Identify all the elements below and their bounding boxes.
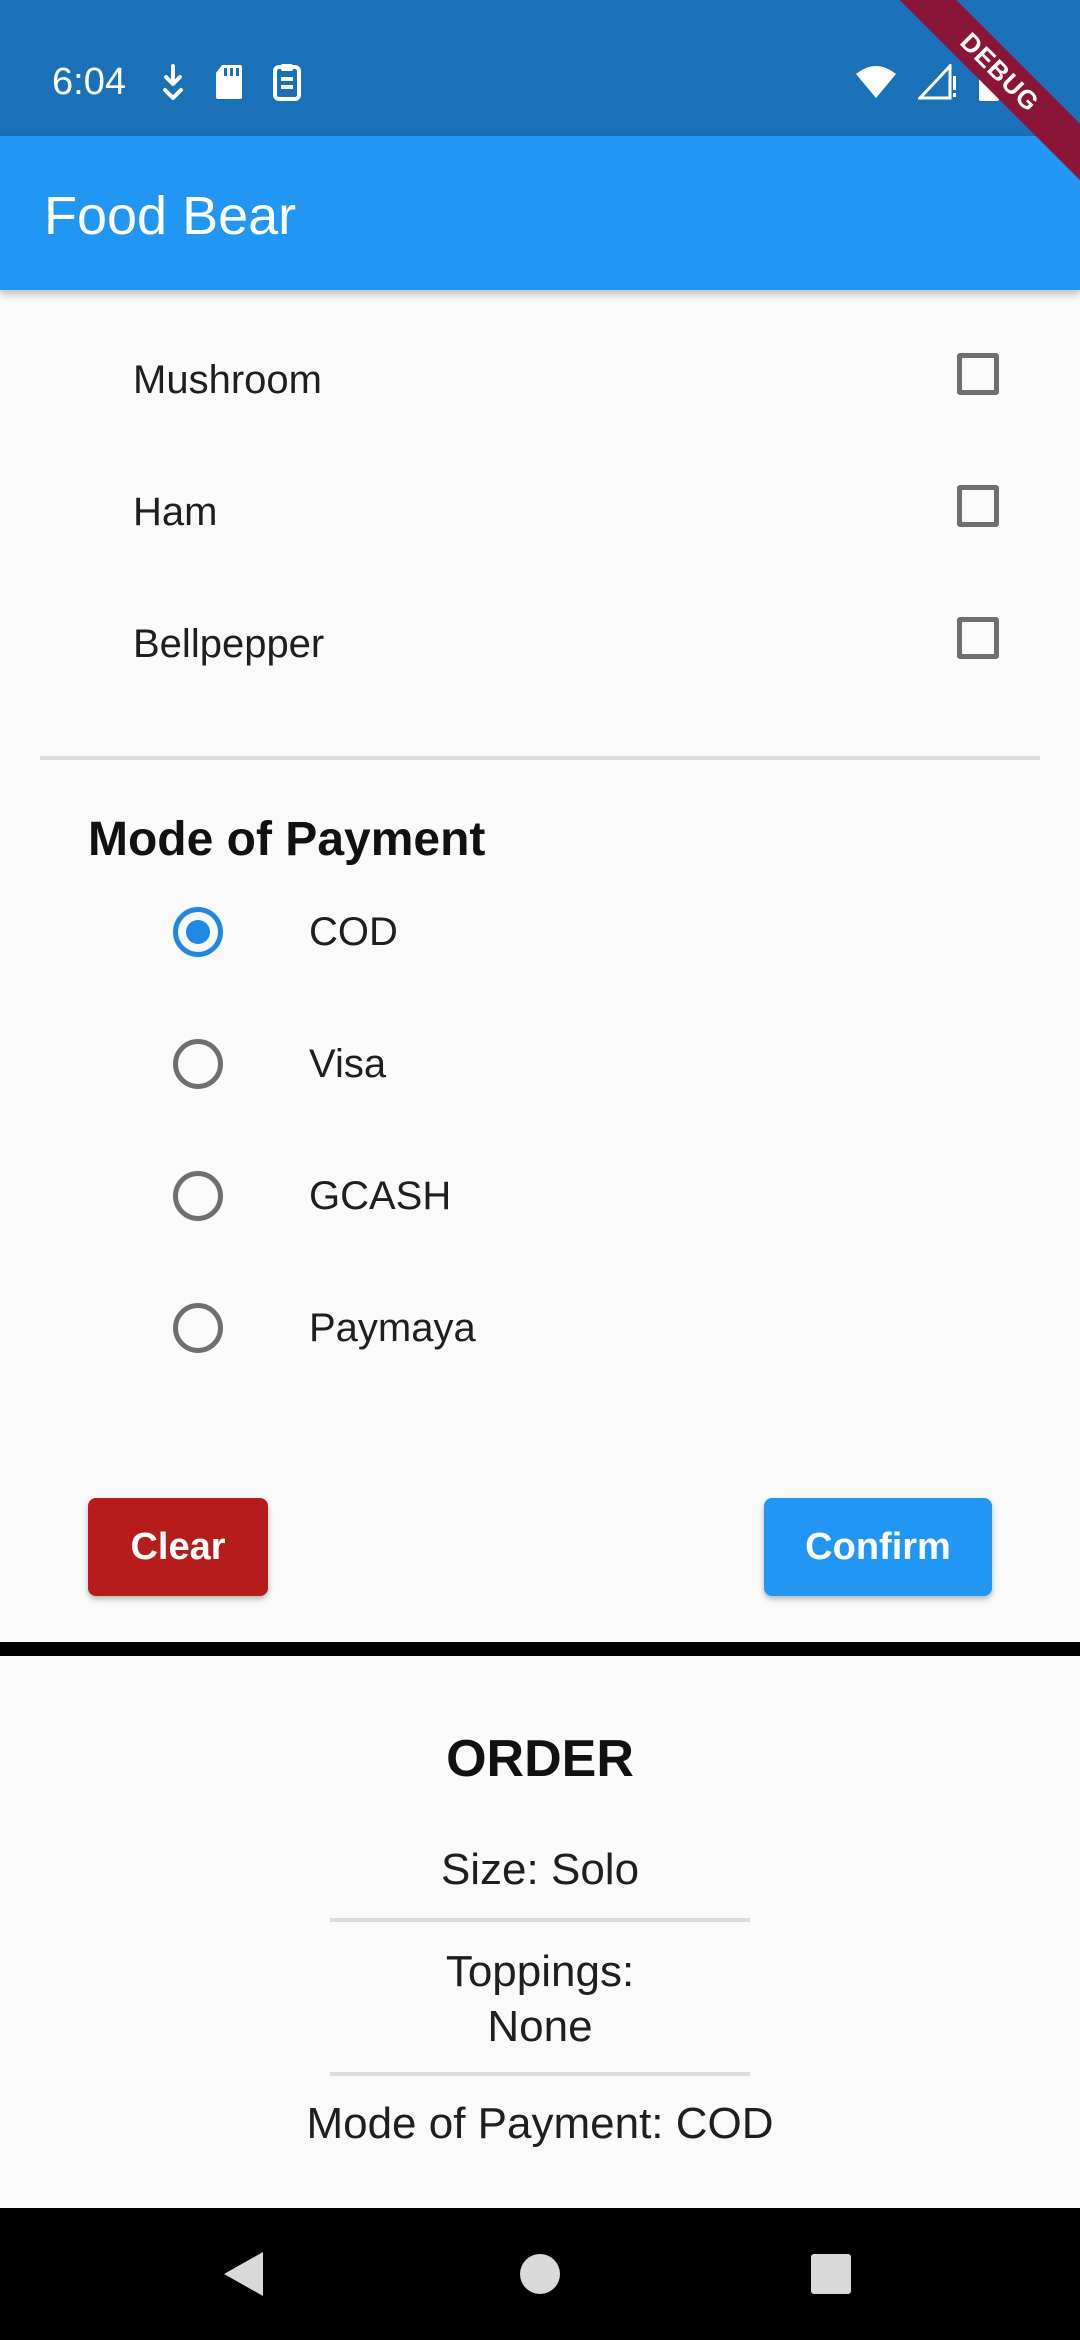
payment-option-cod[interactable]: COD	[0, 865, 1080, 997]
order-divider-bar	[0, 1642, 1080, 1656]
visa-radio[interactable]	[173, 1039, 223, 1089]
back-icon[interactable]	[213, 2244, 273, 2304]
topping-label: Mushroom	[133, 358, 322, 402]
order-line-divider	[330, 1918, 750, 1922]
sd-card-icon	[214, 63, 244, 106]
payment-option-gcash[interactable]: GCASH	[0, 1129, 1080, 1261]
section-divider	[40, 756, 1040, 760]
app-bar: Food Bear	[0, 136, 1080, 290]
bellpepper-checkbox[interactable]	[957, 617, 999, 659]
payment-option-label: Visa	[309, 1042, 387, 1086]
topping-row-ham[interactable]: Ham	[0, 445, 1080, 577]
confirm-button[interactable]: Confirm	[764, 1498, 992, 1596]
topping-label: Ham	[133, 490, 218, 534]
topping-row-mushroom[interactable]: Mushroom	[0, 313, 1080, 445]
wifi-icon	[854, 64, 898, 105]
navigation-bar	[0, 2208, 1080, 2340]
order-size: Size: Solo	[440, 1845, 640, 1894]
status-left-icons	[160, 62, 302, 107]
paymaya-radio[interactable]	[173, 1303, 223, 1353]
payment-option-label: COD	[309, 910, 398, 954]
cod-radio[interactable]	[173, 907, 223, 957]
mushroom-checkbox[interactable]	[957, 353, 999, 395]
clipboard-icon	[272, 62, 302, 107]
clear-button[interactable]: Clear	[88, 1498, 268, 1596]
home-icon[interactable]	[510, 2244, 570, 2304]
ham-checkbox[interactable]	[957, 485, 999, 527]
status-bar: 6:04	[0, 0, 1080, 136]
app-screen: 6:04 DEBUG Food Bear Mushroom Ham Bellpe…	[0, 0, 1080, 2340]
payment-option-label: Paymaya	[309, 1306, 476, 1350]
order-title: ORDER	[446, 1730, 634, 1788]
order-toppings-value: None	[487, 2002, 593, 2051]
payment-option-label: GCASH	[309, 1174, 452, 1218]
order-toppings-label: Toppings:	[445, 1947, 635, 1996]
topping-label: Bellpepper	[133, 622, 325, 666]
signal-icon	[916, 62, 958, 105]
payment-option-visa[interactable]: Visa	[0, 997, 1080, 1129]
payment-option-paymaya[interactable]: Paymaya	[0, 1261, 1080, 1393]
recents-icon[interactable]	[801, 2244, 861, 2304]
topping-row-bellpepper[interactable]: Bellpepper	[0, 577, 1080, 709]
status-time: 6:04	[52, 61, 126, 103]
order-line-divider	[330, 2072, 750, 2076]
download-icon	[160, 62, 186, 107]
app-title: Food Bear	[44, 186, 297, 246]
payment-section-title: Mode of Payment	[88, 813, 486, 866]
gcash-radio[interactable]	[173, 1171, 223, 1221]
order-payment: Mode of Payment: COD	[306, 2099, 774, 2148]
